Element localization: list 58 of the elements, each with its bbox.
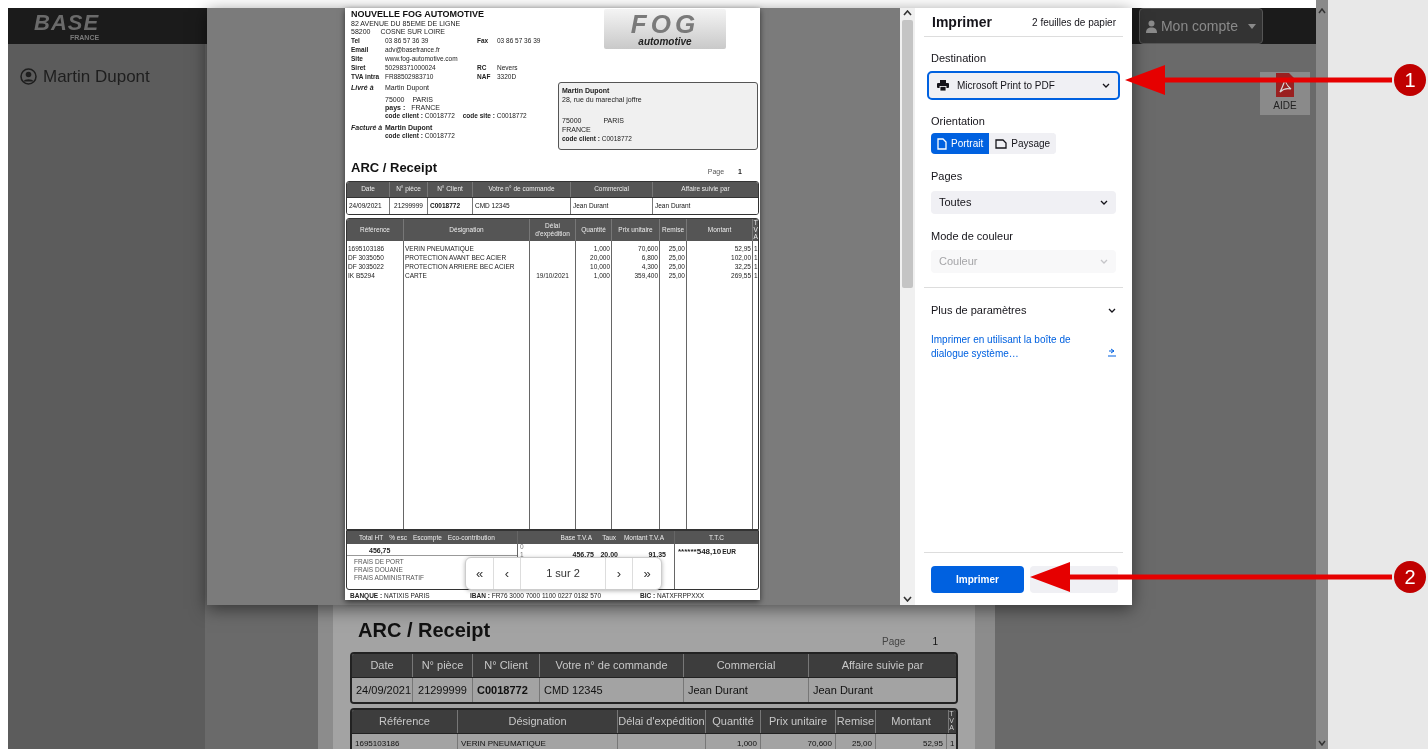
table-cell: 25,00 — [835, 734, 875, 749]
table-cell: 1,000 — [705, 734, 760, 749]
destination-select[interactable]: Microsoft Print to PDF — [927, 70, 1120, 100]
chevron-down-icon — [1100, 199, 1108, 205]
chevron-down-icon — [1102, 82, 1110, 88]
chevron-icon — [1108, 307, 1116, 313]
table-cell: C0018772 — [472, 678, 539, 702]
page-label: Page — [882, 635, 906, 649]
table-cell-text: 24/09/2021 — [355, 682, 412, 698]
logo-tagline: automotive — [638, 37, 692, 47]
column-header: Date — [369, 658, 395, 674]
logo-text: FOG — [630, 11, 700, 37]
section-label: Mode de couleur — [931, 228, 1014, 244]
more-settings-toggle[interactable]: Plus de paramètres — [931, 302, 1116, 319]
table-cell-text: 1695103186 — [354, 738, 401, 749]
section-label: Destination — [931, 51, 988, 66]
scrollbar[interactable] — [900, 8, 915, 605]
external-link-icon — [1108, 347, 1116, 357]
section-label: Pages — [931, 169, 964, 184]
table-cell: 70,600 — [760, 734, 835, 749]
help-label: AIDE — [1273, 99, 1297, 113]
pages-select[interactable]: Toutes — [931, 190, 1116, 214]
table-cell: 21299999 — [412, 678, 472, 702]
document-title: ARC / Receipt — [351, 159, 437, 177]
user-icon — [1145, 19, 1157, 33]
page-number: 1 — [932, 635, 938, 649]
printer-icon — [937, 79, 949, 91]
previous-page-button[interactable]: ‹ — [494, 558, 521, 589]
system-dialog-link[interactable]: Imprimer en utilisant la boîte de dialogue système… — [931, 332, 1091, 361]
logo-text: BASE — [34, 11, 100, 34]
next-page-button[interactable]: › — [606, 558, 633, 589]
user-name: Martin Dupont — [43, 66, 150, 88]
table-cell: VERIN PNEUMATIQUE — [457, 734, 617, 749]
total-amount: ******548,10 — [678, 546, 722, 558]
column-header: Référence — [378, 714, 431, 730]
print-button[interactable]: Imprimer — [931, 566, 1024, 593]
document-title: ARC / Receipt — [358, 618, 491, 643]
page-icon — [995, 138, 1008, 149]
page-indicator: 1 sur 2 — [521, 558, 606, 589]
account-button[interactable]: Mon compte — [1138, 8, 1263, 44]
orientation-option[interactable]: Portrait — [931, 133, 990, 154]
arrow-down-icon[interactable] — [903, 596, 912, 602]
dialog-title: Imprimer — [932, 12, 992, 32]
caret-icon — [1248, 23, 1256, 29]
arrow-up-icon[interactable] — [903, 10, 912, 16]
sheet-count: 2 feuilles de papier — [1032, 15, 1116, 30]
section-label: Orientation — [931, 113, 986, 129]
user-circle-icon — [20, 68, 37, 86]
chevron-down-icon — [1100, 259, 1108, 264]
table-cell: 1 — [946, 734, 956, 749]
table-cell: Jean Durant — [683, 678, 808, 702]
first-page-button[interactable]: « — [466, 558, 494, 589]
table-cell: CMD 12345 — [539, 678, 683, 702]
table-cell: 52,95 — [875, 734, 946, 749]
last-page-button[interactable]: » — [633, 558, 661, 589]
company-name: NOUVELLE FOG AUTOMOTIVE — [351, 9, 485, 20]
page-icon — [937, 137, 947, 150]
table-cell: Jean Durant — [808, 678, 956, 702]
